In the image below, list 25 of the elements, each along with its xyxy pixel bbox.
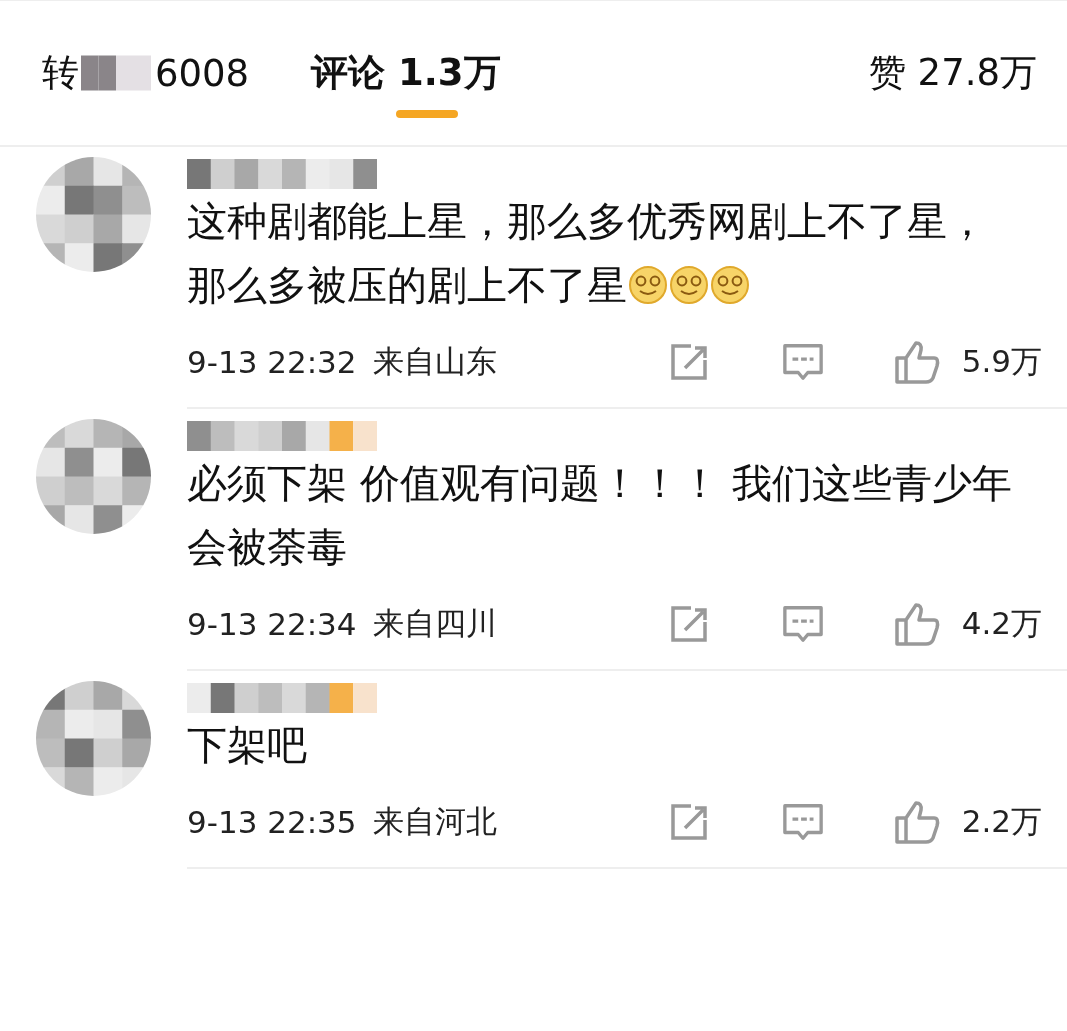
tab[interactable]: 赞 27.8万 bbox=[868, 48, 1037, 98]
comment-time: 9-13 22:32 bbox=[187, 344, 357, 380]
comment-text: 下架吧 bbox=[187, 721, 308, 770]
tab[interactable]: 转 6008 bbox=[42, 48, 250, 98]
thumbs-up-icon[interactable] bbox=[893, 602, 940, 646]
thumbs-up-icon[interactable] bbox=[893, 800, 940, 844]
like-count: 4.2万 bbox=[961, 604, 1042, 643]
emoji-icon bbox=[628, 265, 668, 305]
like-count: 2.2万 bbox=[961, 802, 1042, 841]
emoji-icon bbox=[669, 265, 709, 305]
comment-text: 这种剧都能上星，那么多优秀网剧上不了星，那么多被压的剧上不了星 bbox=[187, 197, 988, 310]
comment-icon[interactable] bbox=[781, 342, 824, 382]
comment-location: 来自河北 bbox=[372, 802, 497, 841]
comment-time: 9-13 22:35 bbox=[187, 804, 357, 840]
like-count: 5.9万 bbox=[961, 342, 1042, 381]
emoji-icon bbox=[710, 265, 750, 305]
thumbs-up-icon[interactable] bbox=[893, 340, 940, 384]
comment-icon[interactable] bbox=[781, 604, 824, 644]
tab-underline bbox=[396, 110, 459, 118]
comment-icon[interactable] bbox=[781, 802, 824, 842]
tab[interactable]: 评论 1.3万 bbox=[311, 48, 501, 98]
comment-location: 来自四川 bbox=[372, 604, 497, 643]
comment-location: 来自山东 bbox=[372, 342, 497, 381]
comment-text: 必须下架 价值观有问题！！！ 我们这些青少年会被荼毒 bbox=[187, 459, 1014, 572]
comment-time: 9-13 22:34 bbox=[187, 606, 357, 642]
